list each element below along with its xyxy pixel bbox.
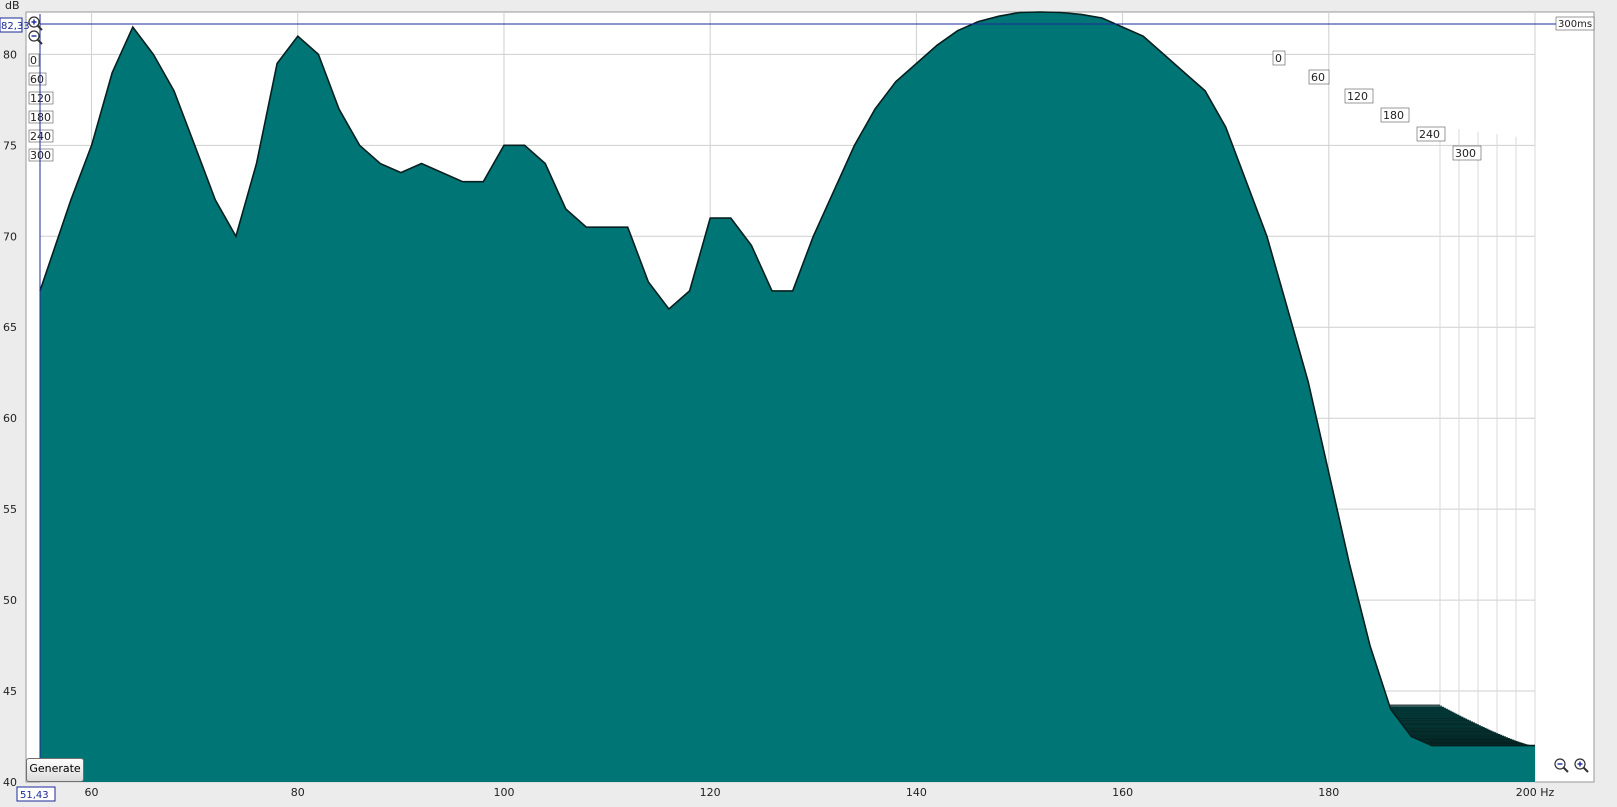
z-tick-left-label: 60 bbox=[30, 73, 44, 86]
time-indicator-label: 300ms bbox=[1558, 19, 1592, 30]
y-tick-label: 60 bbox=[3, 412, 17, 425]
z-tick: 0 bbox=[1272, 50, 1286, 66]
z-tick: 180 bbox=[1380, 107, 1410, 123]
y-axis-unit: dB bbox=[5, 0, 20, 12]
z-tick-left: 240 bbox=[28, 129, 54, 143]
cursor-y-value: 82,33 bbox=[1, 21, 30, 32]
x-tick-label: 100 bbox=[493, 786, 514, 799]
z-tick-left: 60 bbox=[28, 72, 47, 86]
time-indicator: 300ms bbox=[1555, 16, 1595, 31]
z-tick: 60 bbox=[1308, 69, 1330, 85]
z-tick-label: 120 bbox=[1347, 90, 1368, 103]
x-tick-label: 180 bbox=[1318, 786, 1339, 799]
y-tick-label: 80 bbox=[3, 48, 17, 61]
z-tick-label: 0 bbox=[1275, 52, 1282, 65]
z-tick-left: 180 bbox=[28, 110, 54, 124]
y-tick-label: 65 bbox=[3, 321, 17, 334]
y-tick-label: 45 bbox=[3, 685, 17, 698]
y-tick-label: 70 bbox=[3, 230, 17, 243]
x-tick-label: 120 bbox=[700, 786, 721, 799]
cursor-x-value: 51,43 bbox=[20, 790, 49, 801]
cursor-y-readout: 82,33 bbox=[0, 17, 30, 33]
z-tick-label: 60 bbox=[1311, 71, 1325, 84]
cursor-x-readout: 51,43 bbox=[16, 786, 56, 802]
generate-button[interactable]: Generate bbox=[26, 758, 84, 782]
z-tick-left: 0 bbox=[28, 53, 40, 67]
y-tick-label: 50 bbox=[3, 594, 17, 607]
x-tick-label: 140 bbox=[906, 786, 927, 799]
x-tick-label: 160 bbox=[1112, 786, 1133, 799]
x-tick-label: 200 Hz bbox=[1516, 786, 1555, 799]
x-tick-label: 80 bbox=[291, 786, 305, 799]
z-tick-label: 300 bbox=[1455, 147, 1476, 160]
z-tick-label: 180 bbox=[1383, 109, 1404, 122]
z-tick: 240 bbox=[1416, 126, 1446, 142]
z-tick-left-label: 0 bbox=[30, 54, 37, 67]
x-tick-label: 60 bbox=[85, 786, 99, 799]
waterfall-chart[interactable]: 60 80 100 120 140 160 180 200 Hz 40 45 50 55 60 65 70 7… bbox=[0, 0, 1617, 803]
z-tick-left: 300 bbox=[28, 148, 54, 162]
z-tick-label: 240 bbox=[1419, 128, 1440, 141]
waterfall-chart-area: 60 80 100 120 140 160 180 200 Hz 40 45 50 55 60 65 70 7… bbox=[0, 0, 1617, 803]
y-tick-label: 75 bbox=[3, 139, 17, 152]
z-tick: 300 bbox=[1452, 145, 1482, 161]
y-tick-label: 55 bbox=[3, 503, 17, 516]
z-tick: 120 bbox=[1344, 88, 1374, 104]
z-tick-left: 120 bbox=[28, 91, 54, 105]
y-tick-label: 40 bbox=[3, 776, 17, 789]
